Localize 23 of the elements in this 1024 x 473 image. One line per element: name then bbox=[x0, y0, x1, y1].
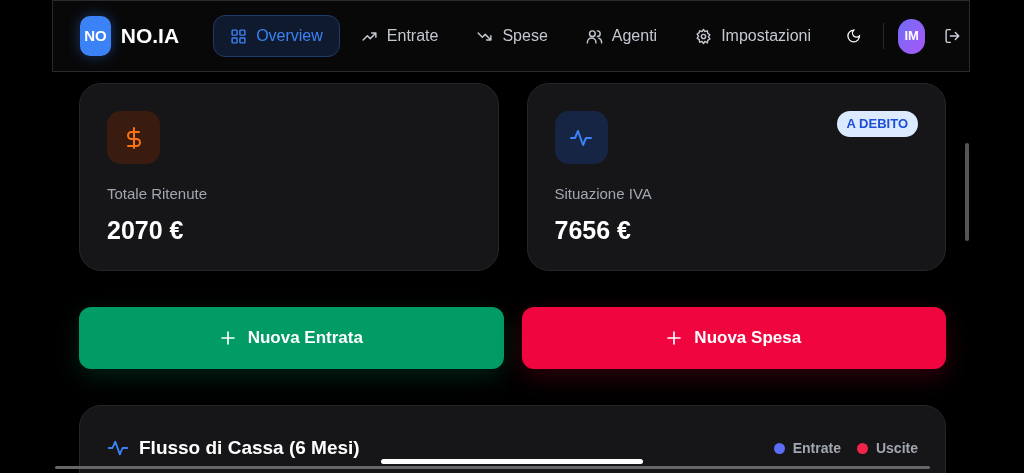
nav-tab[interactable]: Spese bbox=[459, 15, 565, 57]
app-name: NO.IA bbox=[120, 23, 180, 50]
users-icon bbox=[585, 27, 603, 45]
status-badge: A DEBITO bbox=[836, 111, 918, 137]
add-button[interactable]: Nuova Entrata bbox=[79, 307, 504, 369]
nav-tab[interactable]: Agenti bbox=[568, 15, 675, 57]
nav-tab[interactable]: Impostazioni bbox=[678, 15, 828, 57]
chart-title: Flusso di Cassa (6 Mesi) bbox=[139, 436, 360, 460]
add-button[interactable]: Nuova Spesa bbox=[521, 307, 946, 369]
user-avatar[interactable]: IM bbox=[898, 18, 926, 54]
plus-icon bbox=[666, 330, 683, 346]
nav-tab[interactable]: Overview bbox=[213, 15, 340, 57]
stat-label: Situazione IVA bbox=[554, 184, 652, 204]
stat-label: Totale Ritenute bbox=[107, 184, 208, 204]
legend-label: Uscite bbox=[875, 439, 918, 458]
stat-value: 2070 € bbox=[107, 214, 184, 246]
logo-badge: NO bbox=[80, 16, 111, 56]
plus-icon bbox=[219, 330, 236, 346]
gear-icon bbox=[695, 27, 713, 45]
grid-icon bbox=[230, 27, 248, 45]
nav-tab[interactable]: Entrate bbox=[343, 15, 456, 57]
legend-label: Entrate bbox=[792, 439, 841, 458]
stat-value: 7656 € bbox=[554, 214, 631, 246]
